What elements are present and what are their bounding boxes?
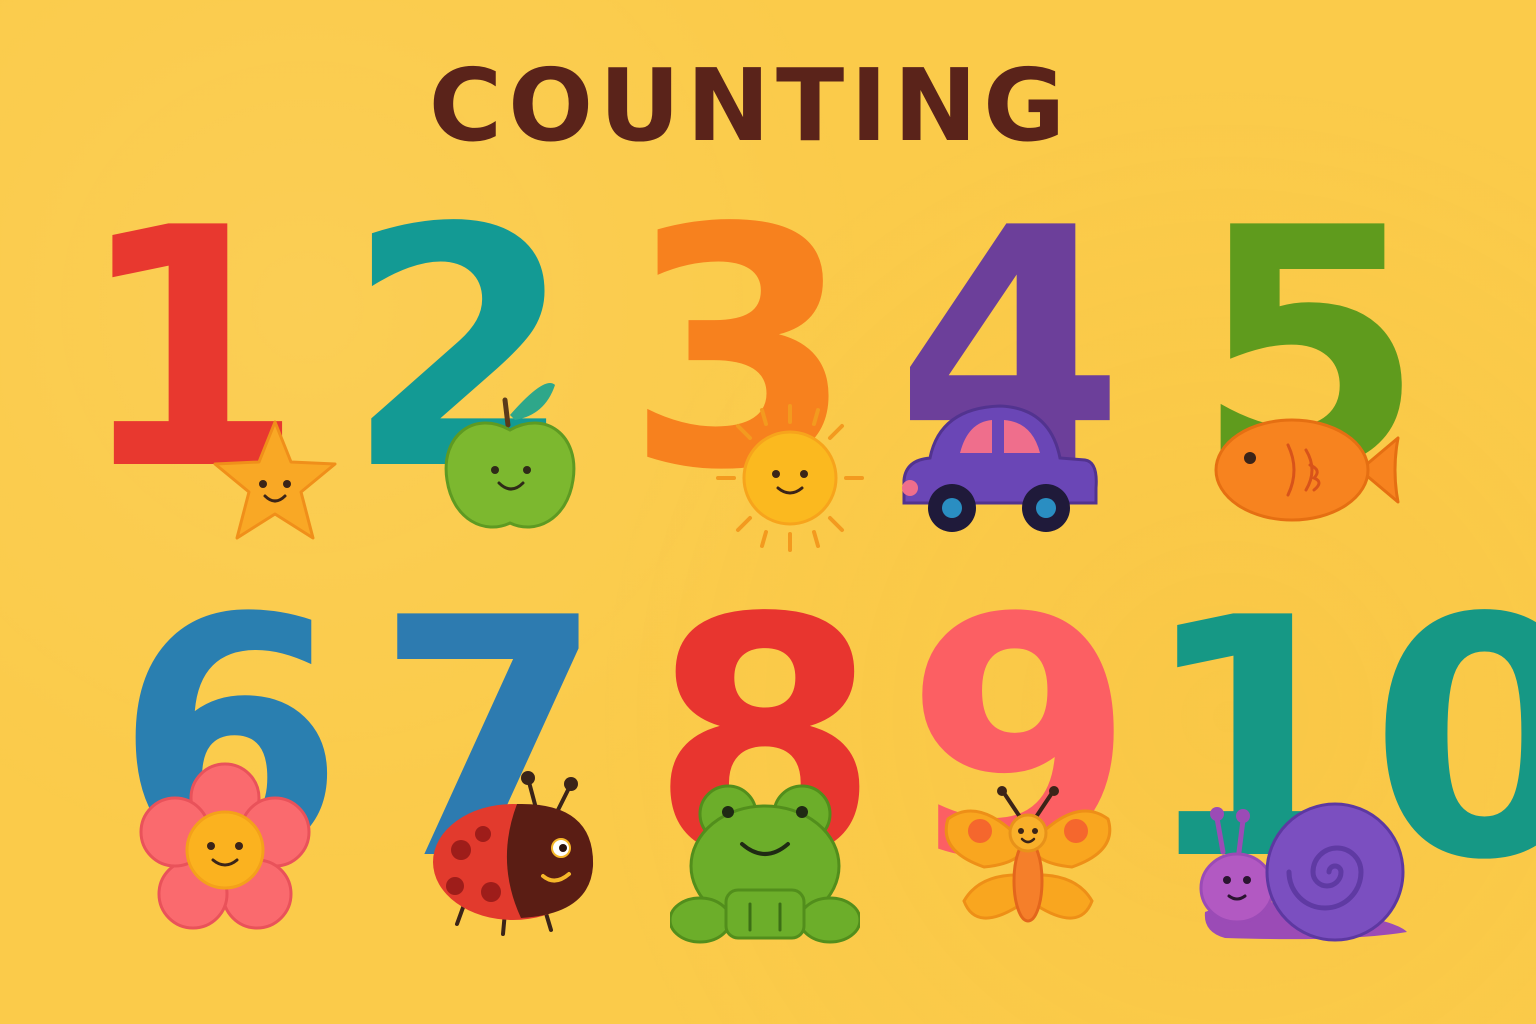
- fish-icon: [1214, 418, 1400, 522]
- car-icon: [902, 404, 1098, 532]
- number-card-6: 6: [80, 570, 380, 970]
- butterfly-icon: [944, 786, 1112, 923]
- number-card-1: 1: [40, 180, 340, 580]
- number-card-7: 7: [340, 570, 640, 970]
- ladybug-icon: [433, 771, 594, 936]
- number-card-4: 4: [860, 180, 1160, 580]
- number-card-5: 5: [1160, 180, 1460, 580]
- number-card-2: 2: [310, 180, 610, 580]
- flower-icon: [139, 762, 311, 930]
- apple-icon: [444, 383, 576, 529]
- number-card-9: 9: [870, 570, 1170, 970]
- number-card-3: 3: [590, 180, 890, 580]
- frog-icon: [670, 784, 860, 944]
- page-title: COUNTING: [428, 47, 1072, 164]
- number-card-10: 10: [1140, 570, 1536, 970]
- sun-icon: [716, 404, 864, 552]
- snail-icon: [1199, 802, 1407, 942]
